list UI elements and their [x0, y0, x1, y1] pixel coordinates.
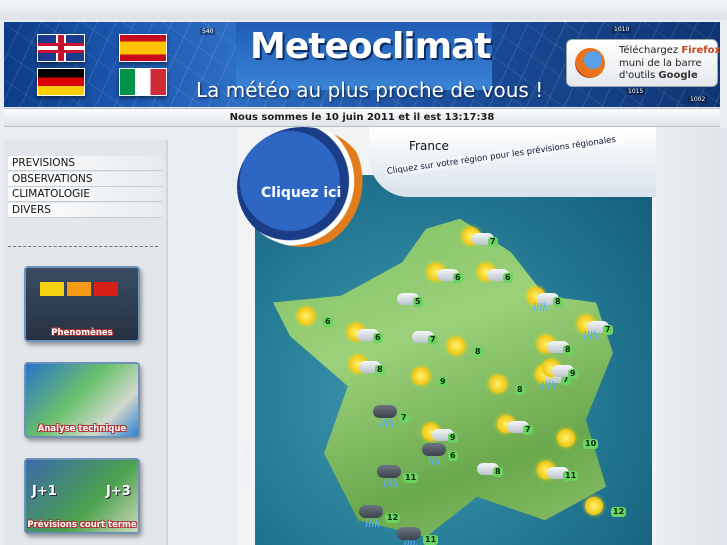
date-time-bar: Nous sommes le 10 juin 2011 et il est 13…: [4, 108, 720, 127]
temperature-label: 9: [448, 433, 458, 443]
sun-icon: [412, 367, 430, 385]
storm-cloud-icon: [397, 527, 421, 540]
firefox-line-1: Téléchargez Firefox: [619, 45, 720, 56]
temperature-label: 8: [553, 297, 563, 307]
previsions-court-terme-label: Prévisions court terme: [27, 520, 137, 530]
rain-icon: [365, 519, 379, 527]
menu-item-divers[interactable]: DIVERS: [8, 202, 162, 218]
temperature-label: 6: [373, 333, 383, 343]
storm-cloud-icon: [422, 443, 446, 456]
menu-item-previsions[interactable]: PREVISIONS: [8, 156, 162, 171]
temperature-label: 9: [568, 369, 578, 379]
temperature-label: 7: [603, 325, 613, 335]
rain-icon: [379, 419, 393, 427]
temperature-label: 11: [423, 535, 439, 545]
isobar-label: 1015: [626, 88, 646, 95]
rain-icon: [383, 479, 397, 487]
uk-flag-icon[interactable]: [37, 34, 85, 62]
tagline: La météo au plus proche de vous !: [196, 78, 544, 102]
temperature-label: 7: [488, 237, 498, 247]
spain-flag-icon[interactable]: [119, 34, 167, 62]
temperature-label: 8: [375, 365, 385, 375]
temperature-label: 11: [403, 473, 419, 483]
italy-flag-icon[interactable]: [119, 68, 167, 96]
rain-icon: [403, 541, 417, 545]
firefox-line-2: muni de la barre: [619, 58, 702, 69]
isobar-label: 1002: [688, 96, 708, 103]
map-title: France: [409, 139, 449, 153]
menu-item-climatologie[interactable]: CLIMATOLOGIE: [8, 187, 162, 202]
temperature-label: 8: [515, 385, 525, 395]
temperature-label: 10: [583, 439, 599, 449]
temperature-label: 12: [385, 513, 401, 523]
temperature-label: 7: [523, 425, 533, 435]
temperature-label: 6: [323, 317, 333, 327]
sun-icon: [447, 337, 465, 355]
alert-levels-icon: [40, 282, 118, 296]
rain-icon: [533, 303, 547, 311]
j3-label: J+3: [106, 484, 131, 499]
temperature-label: 11: [563, 471, 579, 481]
sun-icon: [297, 307, 315, 325]
rain-icon: [583, 331, 597, 339]
sun-icon: [585, 497, 603, 515]
firefox-line-3: d'outils Google: [619, 70, 698, 81]
j1-label: J+1: [32, 484, 57, 499]
storm-cloud-icon: [373, 405, 397, 418]
temperature-label: 7: [428, 335, 438, 345]
header-banner: 540 1010 1015 1002 Meteoclimat La météo …: [4, 22, 720, 107]
firefox-icon: [575, 48, 605, 78]
temperature-label: 6: [448, 451, 458, 461]
france-weather-map[interactable]: France Cliquez sur votre région pour les…: [237, 127, 656, 545]
temperature-label: 8: [473, 347, 483, 357]
site-logo[interactable]: Meteoclimat: [250, 26, 492, 67]
cliquez-ici-label[interactable]: Cliquez ici: [261, 185, 341, 201]
germany-flag-icon[interactable]: [37, 68, 85, 96]
storm-cloud-icon: [359, 505, 383, 518]
isobar-label: 540: [200, 28, 216, 35]
analyse-technique-label: Analyse technique: [37, 424, 127, 434]
temperature-label: 6: [453, 273, 463, 283]
phenomenes-label: Phenomènes: [51, 328, 113, 338]
divider: [8, 246, 158, 247]
temperature-label: 9: [438, 377, 448, 387]
site-url-watermark: eo.com: [239, 442, 252, 487]
phenomenes-tile[interactable]: Phenomènes: [24, 266, 140, 342]
previsions-court-terme-tile[interactable]: J+1 J+3 Prévisions court terme: [24, 458, 140, 534]
analyse-technique-tile[interactable]: Analyse technique: [24, 362, 140, 438]
temperature-label: 7: [399, 413, 409, 423]
rain-icon: [428, 457, 442, 465]
temperature-label: 8: [493, 467, 503, 477]
storm-cloud-icon: [377, 465, 401, 478]
isobar-label: 1010: [612, 26, 632, 33]
sun-icon: [489, 375, 507, 393]
top-strip: [0, 0, 727, 20]
temperature-label: 12: [611, 507, 627, 517]
sidebar: PREVISIONS OBSERVATIONS CLIMATOLOGIE DIV…: [4, 140, 168, 545]
temperature-label: 5: [413, 297, 423, 307]
firefox-download-button[interactable]: Téléchargez Firefox muni de la barre d'o…: [566, 39, 720, 87]
right-margin: [662, 128, 727, 545]
sun-icon: [557, 429, 575, 447]
temperature-label: 6: [503, 273, 513, 283]
rain-icon: [541, 381, 555, 389]
main-menu: PREVISIONS OBSERVATIONS CLIMATOLOGIE DIV…: [8, 156, 162, 218]
temperature-label: 8: [563, 345, 573, 355]
menu-item-observations[interactable]: OBSERVATIONS: [8, 171, 162, 187]
